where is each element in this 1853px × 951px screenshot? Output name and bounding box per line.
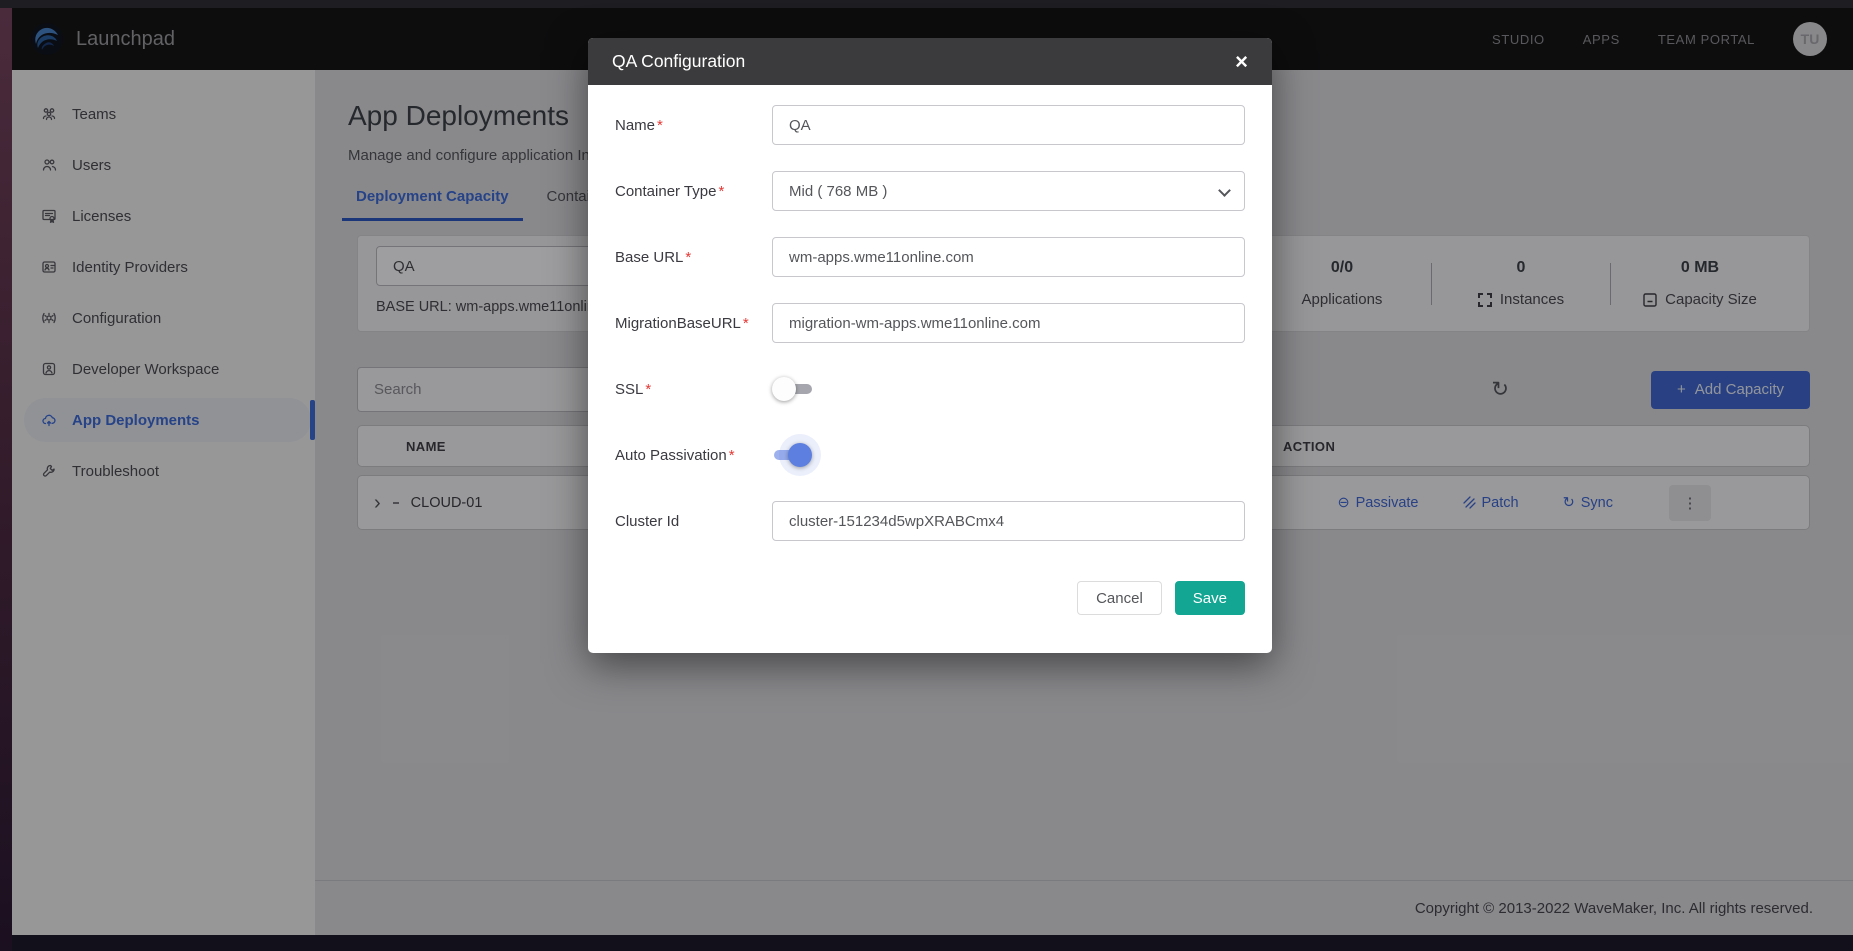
field-label: Container Type* (615, 183, 772, 200)
cancel-button[interactable]: Cancel (1077, 581, 1162, 615)
desktop-left-strip (0, 8, 12, 951)
required-marker: * (685, 249, 691, 266)
modal-header: QA Configuration × (588, 38, 1272, 85)
name-input[interactable] (772, 105, 1245, 145)
field-label: SSL* (615, 381, 772, 398)
field-label: Base URL* (615, 249, 772, 266)
modal-footer: Cancel Save (588, 567, 1272, 653)
container-type-select[interactable] (772, 171, 1245, 211)
required-marker: * (645, 381, 651, 398)
desktop-top-strip (0, 0, 1853, 8)
auto-passivation-toggle[interactable] (772, 442, 814, 468)
field-name: Name* (615, 105, 1245, 145)
ssl-toggle[interactable] (772, 376, 814, 402)
field-label: Name* (615, 117, 772, 134)
field-label: MigrationBaseURL* (615, 315, 772, 332)
required-marker: * (718, 183, 724, 200)
modal-title: QA Configuration (612, 51, 745, 72)
field-auto-passivation: Auto Passivation* (615, 435, 1245, 475)
required-marker: * (729, 447, 735, 464)
save-button[interactable]: Save (1175, 581, 1245, 615)
required-marker: * (743, 315, 749, 332)
field-container-type: Container Type* (615, 171, 1245, 211)
close-icon[interactable]: × (1235, 51, 1248, 73)
field-label: Cluster Id (615, 513, 772, 530)
field-ssl: SSL* (615, 369, 1245, 409)
field-migration-base-url: MigrationBaseURL* (615, 303, 1245, 343)
qa-configuration-modal: QA Configuration × Name* Container Type*… (588, 38, 1272, 653)
desktop-bottom-strip (12, 935, 1853, 951)
base-url-input[interactable] (772, 237, 1245, 277)
field-label: Auto Passivation* (615, 447, 772, 464)
field-base-url: Base URL* (615, 237, 1245, 277)
required-marker: * (657, 117, 663, 134)
cluster-id-input[interactable] (772, 501, 1245, 541)
migration-base-url-input[interactable] (772, 303, 1245, 343)
field-cluster-id: Cluster Id (615, 501, 1245, 541)
